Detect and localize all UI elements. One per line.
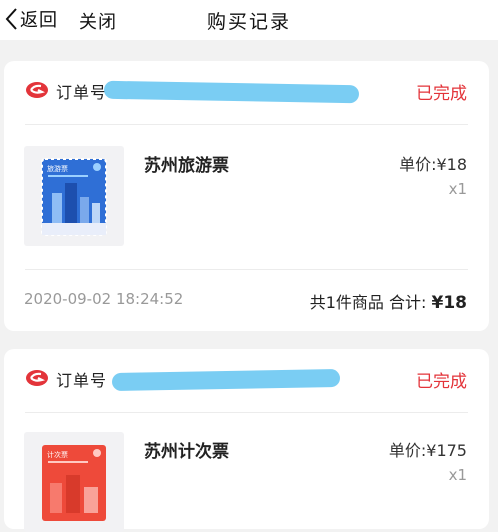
product-thumbnail: 计次票: [24, 432, 124, 532]
product-name: 苏州旅游票: [144, 156, 229, 176]
quantity: x1: [448, 466, 467, 484]
order-number-label: 订单号: [56, 83, 108, 102]
divider: [25, 412, 468, 413]
redacted-order-number: [103, 80, 360, 104]
order-date: 2020-09-02 18:24:52: [24, 290, 184, 308]
divider: [25, 269, 468, 270]
product-thumbnail: 旅游票: [24, 146, 124, 246]
page-title: 购买记录: [206, 11, 291, 33]
product-name: 苏州计次票: [144, 442, 229, 462]
unit-price: 单价:¥18: [399, 155, 467, 174]
order-card[interactable]: 订单号 已完成 旅游票 苏州旅游票 单价:¥18 x1 2020-09-02 1…: [4, 61, 489, 331]
total-amount: ¥18: [431, 293, 468, 313]
quantity: x1: [448, 180, 467, 198]
unit-price: 单价:¥175: [388, 441, 467, 460]
brand-logo-icon: [26, 370, 48, 386]
divider: [25, 124, 468, 125]
ticket-image: 旅游票: [41, 158, 107, 236]
summary-text: 共1件商品 合计:: [309, 293, 432, 312]
order-card[interactable]: 订单号 已完成 计次票 苏州计次票 单价:¥175 x1: [4, 349, 489, 532]
brand-logo-icon: [26, 82, 48, 98]
ticket-caption: 旅游票: [47, 164, 68, 173]
order-number-label: 订单号: [56, 371, 108, 390]
redacted-order-number: [111, 369, 341, 391]
order-status: 已完成: [416, 372, 467, 392]
navigation-bar: 返回 关闭 购买记录: [0, 0, 498, 40]
ticket-caption: 计次票: [47, 450, 68, 459]
order-summary: 共1件商品 合计: ¥18: [310, 289, 467, 313]
order-status: 已完成: [416, 84, 467, 104]
ticket-image: 计次票: [42, 445, 106, 521]
